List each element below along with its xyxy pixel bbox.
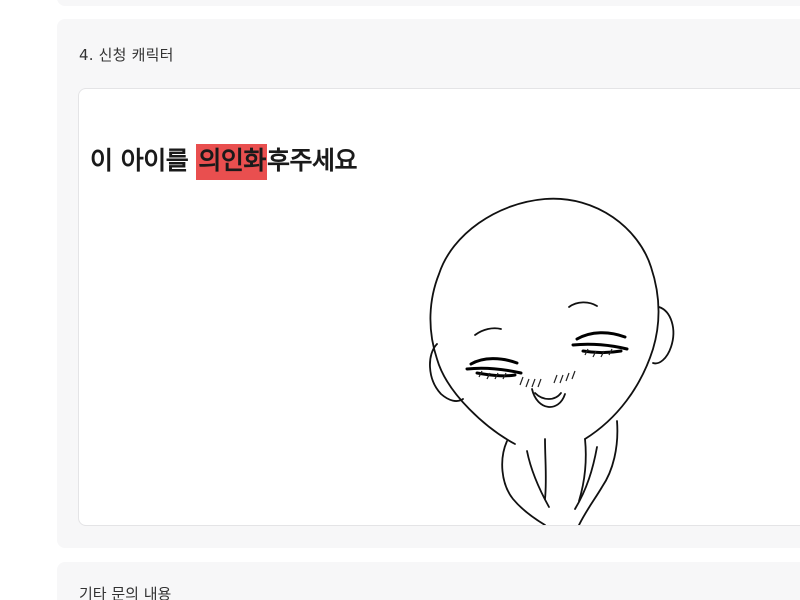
headline-text-before: 이 아이를 (90, 146, 197, 175)
headline-highlight: 의인화 (196, 144, 267, 180)
request-headline: 이 아이를 의인화후주세요 (90, 141, 358, 180)
section-label: 기타 문의 내용 (79, 585, 172, 600)
headline-text-after: 후주세요 (266, 146, 358, 175)
section-label: 4. 신청 캐릭터 (79, 46, 174, 64)
previous-section-edge (57, 0, 800, 6)
character-card: 이 아이를 의인화후주세요 (78, 88, 800, 526)
character-sketch-image (429, 197, 675, 525)
page: 4. 신청 캐릭터 이 아이를 의인화후주세요 기타 문의 내용 (0, 0, 800, 600)
requested-character-section: 4. 신청 캐릭터 이 아이를 의인화후주세요 (57, 19, 800, 548)
other-inquiry-section: 기타 문의 내용 (57, 562, 800, 600)
